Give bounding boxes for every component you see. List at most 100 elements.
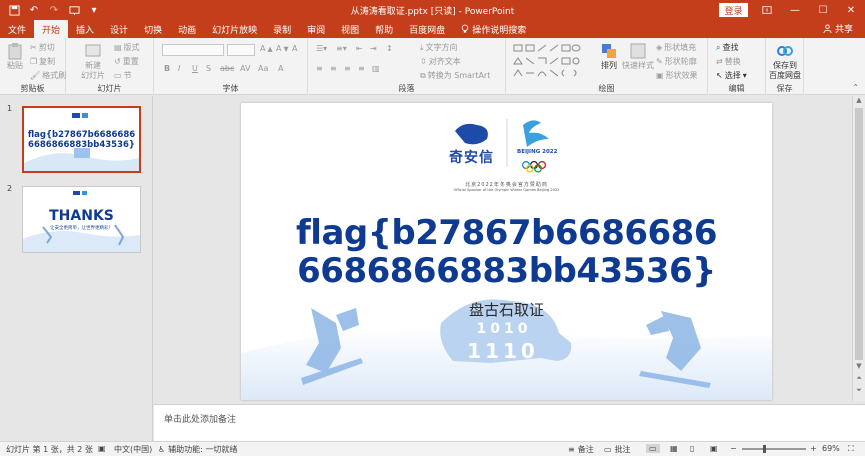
cut-button[interactable]: ✂ 剪切 <box>30 42 55 53</box>
tab-help[interactable]: 帮助 <box>367 20 401 38</box>
spelling-icon[interactable]: ▣ <box>98 444 106 453</box>
reading-view-icon[interactable]: ▯ <box>690 444 694 453</box>
section-button[interactable]: ▭ 节 <box>114 70 132 81</box>
undo-icon[interactable]: ↶ <box>26 2 42 18</box>
start-from-beginning-icon[interactable] <box>66 2 82 18</box>
save-to-baidu-button[interactable]: 保存到 百度网盘 <box>764 42 806 81</box>
tab-review[interactable]: 审阅 <box>299 20 333 38</box>
tab-insert[interactable]: 插入 <box>68 20 102 38</box>
notes-pane[interactable]: 单击此处添加备注 <box>154 404 865 441</box>
language-indicator[interactable]: 中文(中国) <box>114 444 152 455</box>
zoom-out-icon[interactable]: − <box>730 444 737 453</box>
new-slide-button[interactable]: 新建 幻灯片 <box>78 42 108 81</box>
shapes-gallery[interactable] <box>512 42 582 82</box>
italic-icon[interactable]: I <box>178 64 180 73</box>
slide-thumbnail-2[interactable]: THANKS 让安全更简单，让世界更精彩！ <box>22 186 141 253</box>
normal-view-icon[interactable]: ▭ <box>646 444 660 453</box>
notes-toggle-button[interactable]: ≡ 备注 <box>568 444 594 455</box>
zoom-slider[interactable] <box>742 448 806 450</box>
font-color-icon[interactable]: A <box>278 64 283 73</box>
increase-font-icon[interactable]: A ▲ <box>260 44 273 53</box>
scroll-down-icon[interactable]: ▼ <box>853 362 865 370</box>
align-right-icon[interactable]: ≡ <box>344 64 351 73</box>
paste-button[interactable]: 粘贴 <box>4 42 26 71</box>
slideshow-view-icon[interactable]: ▣ <box>710 444 718 453</box>
font-size-field[interactable] <box>227 44 255 56</box>
paint-bucket-icon: ◈ <box>656 43 663 52</box>
slide-sorter-icon[interactable]: ▦ <box>670 444 678 453</box>
bold-icon[interactable]: B <box>164 64 170 73</box>
save-icon[interactable] <box>6 2 22 18</box>
share-button[interactable]: 共享 <box>823 22 853 35</box>
line-spacing-icon[interactable]: ↕ <box>386 44 393 53</box>
new-slide-icon <box>85 44 101 57</box>
zoom-level[interactable]: 69% <box>822 444 840 453</box>
scroll-thumb[interactable] <box>855 108 863 360</box>
comments-toggle-button[interactable]: ▭ 批注 <box>604 444 631 455</box>
bullets-icon[interactable]: ☰▾ <box>316 44 327 53</box>
slide-thumbnail-1[interactable]: flag{b27867b6686686 6686866883bb43536} <box>22 106 141 173</box>
font-name-field[interactable] <box>162 44 224 56</box>
increase-indent-icon[interactable]: ⇥ <box>370 44 377 53</box>
accessibility-status[interactable]: ♿ 辅助功能: 一切就绪 <box>158 444 237 455</box>
align-left-icon[interactable]: ≡ <box>316 64 323 73</box>
copy-button[interactable]: ❐ 复制 <box>30 56 55 67</box>
customize-quick-access-icon[interactable]: ▾ <box>86 2 102 18</box>
align-text-button[interactable]: ⇳ 对齐文本 <box>420 56 461 67</box>
fit-to-window-icon[interactable]: ⛶ <box>848 444 854 454</box>
zoom-slider-thumb[interactable] <box>763 445 767 453</box>
shape-outline-button[interactable]: ✎ 形状轮廓 <box>656 56 697 67</box>
change-case-icon[interactable]: Aa <box>258 64 268 73</box>
shape-fill-button[interactable]: ◈ 形状填充 <box>656 42 696 53</box>
align-center-icon[interactable]: ≡ <box>330 64 337 73</box>
clear-formatting-icon[interactable]: A <box>292 44 297 53</box>
reset-button[interactable]: ↺ 重置 <box>114 56 139 67</box>
slide-thumbnails-pane: 1 flag{b27867b6686686 6686866883bb43536}… <box>0 96 153 441</box>
scroll-up-icon[interactable]: ▲ <box>853 96 865 104</box>
tab-view[interactable]: 视图 <box>333 20 367 38</box>
shadow-icon[interactable]: S <box>206 64 211 73</box>
decrease-indent-icon[interactable]: ⇤ <box>356 44 363 53</box>
tab-slideshow[interactable]: 幻灯片放映 <box>204 20 265 38</box>
close-icon[interactable]: ✕ <box>837 0 865 20</box>
quick-styles-button[interactable]: 快速样式 <box>622 42 654 71</box>
tab-file[interactable]: 文件 <box>0 20 34 38</box>
numbering-icon[interactable]: ≡▾ <box>336 44 347 53</box>
next-slide-icon[interactable]: ⏷ <box>853 386 865 395</box>
maximize-icon[interactable]: ☐ <box>809 0 837 20</box>
layout-button[interactable]: ▤ 版式 <box>114 42 140 53</box>
tab-home[interactable]: 开始 <box>34 20 69 38</box>
thumbnail-1-flag: flag{b27867b6686686 6686866883bb43536} <box>27 130 136 150</box>
strikethrough-icon[interactable]: abc <box>220 64 234 73</box>
group-label-slides: 幻灯片 <box>97 84 122 93</box>
align-text-icon: ⇳ <box>420 57 427 66</box>
shape-effects-button[interactable]: ▣ 形状效果 <box>656 70 698 81</box>
tell-me-search[interactable]: 操作说明搜索 <box>453 20 534 38</box>
char-spacing-icon[interactable]: AV <box>240 64 250 73</box>
tab-transitions[interactable]: 切换 <box>136 20 170 38</box>
minimize-icon[interactable]: — <box>781 0 809 20</box>
current-slide[interactable]: 奇安信 BEIJING 2022 北京2022年冬奥会官方赞助商 Officia… <box>241 103 772 400</box>
redo-icon[interactable]: ↷ <box>46 2 62 18</box>
decrease-font-icon[interactable]: A ▼ <box>276 44 289 53</box>
vertical-scrollbar[interactable]: ▲ ▼ ⏶ ⏷ <box>852 96 865 401</box>
tab-animations[interactable]: 动画 <box>170 20 204 38</box>
tab-baidu[interactable]: 百度网盘 <box>401 20 453 38</box>
format-painter-button[interactable]: 🖌 格式刷 <box>30 70 66 81</box>
zoom-in-icon[interactable]: + <box>810 444 817 453</box>
select-button[interactable]: ↖ 选择 ▾ <box>716 70 747 81</box>
login-button[interactable]: 登录 <box>719 3 748 17</box>
previous-slide-icon[interactable]: ⏶ <box>853 374 865 383</box>
text-direction-button[interactable]: ⤓ 文字方向 <box>420 42 458 53</box>
ribbon-display-options-icon[interactable] <box>753 0 781 20</box>
tab-record[interactable]: 录制 <box>265 20 299 38</box>
underline-icon[interactable]: U <box>192 64 198 73</box>
justify-icon[interactable]: ≡ <box>358 64 365 73</box>
tab-design[interactable]: 设计 <box>102 20 136 38</box>
collapse-ribbon-icon[interactable]: ⌃ <box>852 83 859 92</box>
replace-button[interactable]: ⇄ 替换 <box>716 56 741 67</box>
arrange-button[interactable]: 排列 <box>598 42 620 71</box>
columns-icon[interactable]: ▥ <box>372 64 380 73</box>
find-button[interactable]: ⌕ 查找 <box>716 42 738 53</box>
smartart-button[interactable]: ⧉ 转换为 SmartArt <box>420 70 490 81</box>
